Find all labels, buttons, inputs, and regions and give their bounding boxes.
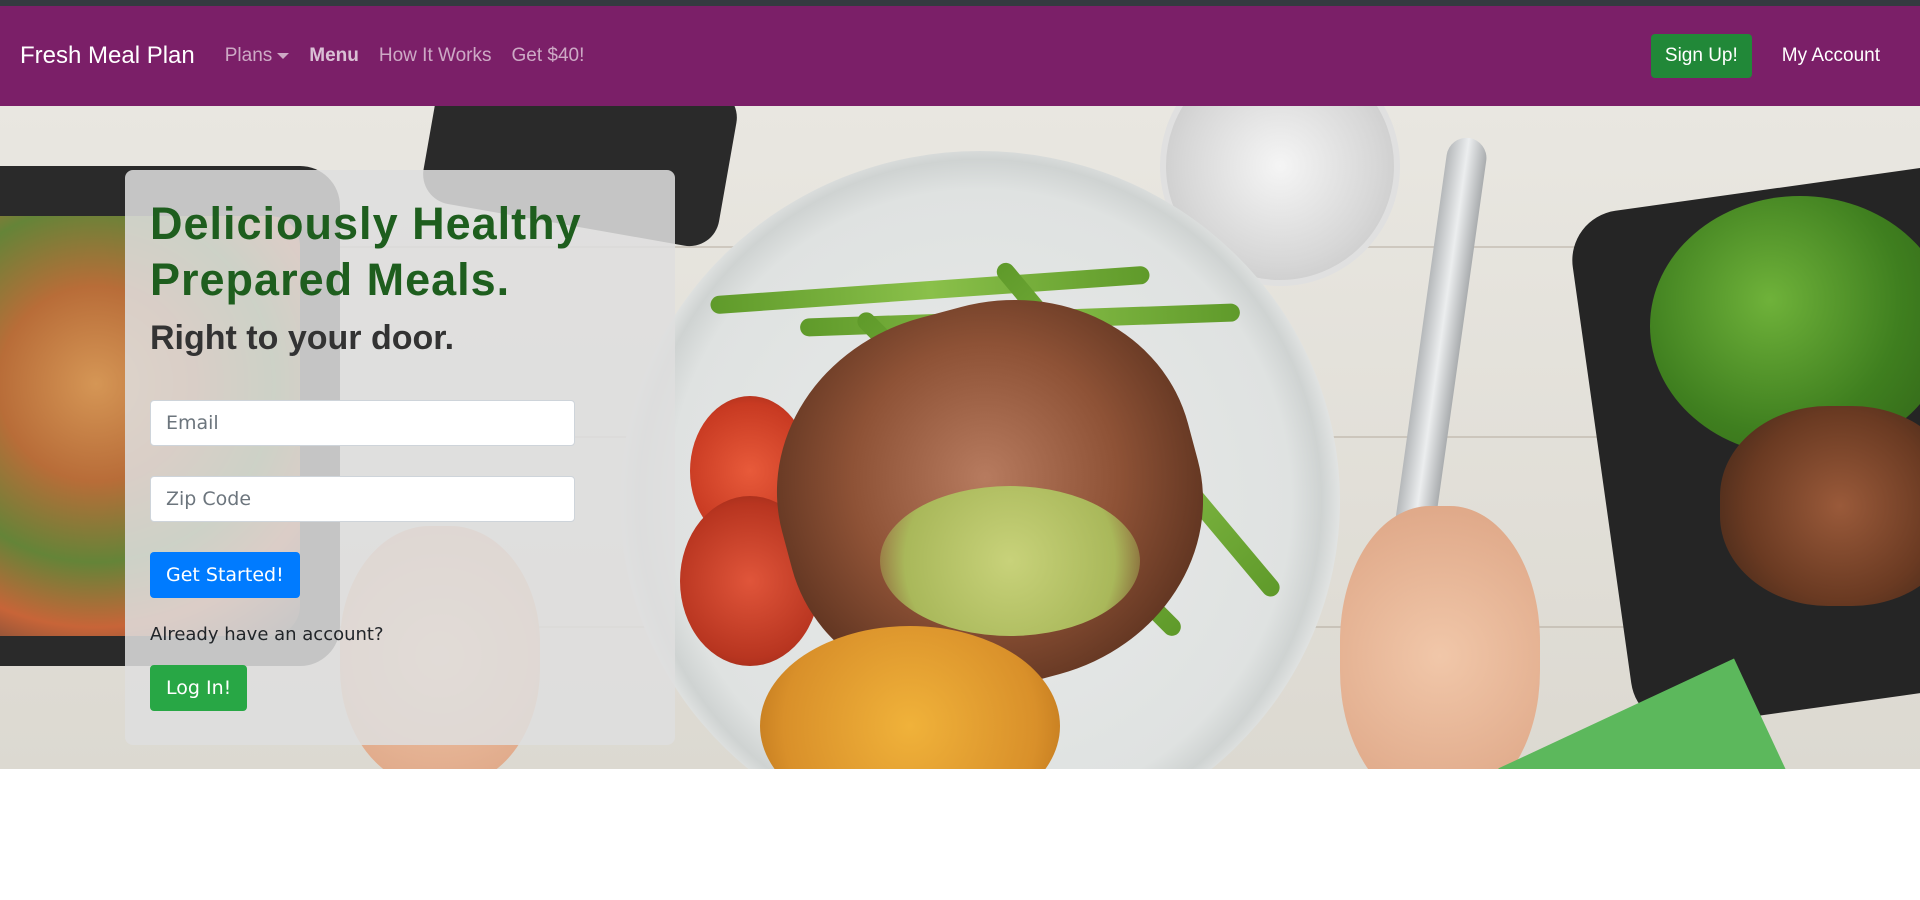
nav-links: Plans Menu How It Works Get $40! [225,45,585,67]
hero-section: Deliciously Healthy Prepared Meals. Righ… [0,106,1920,769]
nav-right: Sign Up! My Account [1650,34,1880,78]
login-button[interactable]: Log In! [150,665,248,711]
hero-subheadline: Right to your door. [150,319,455,357]
chevron-down-icon [277,53,290,59]
grilled-burger [1720,406,1920,606]
knife [1390,135,1490,557]
headline-line-1: Deliciously Healthy [150,198,582,249]
signup-card: Deliciously Healthy Prepared Meals. Righ… [125,170,675,745]
hero-headline: Deliciously Healthy Prepared Meals. [150,196,650,308]
already-have-account-text: Already have an account? [150,624,384,645]
signup-button[interactable]: Sign Up! [1650,34,1752,78]
nav-menu-link[interactable]: Menu [309,45,359,67]
brand-logo-link[interactable]: Fresh Meal Plan [20,42,195,70]
nav-plans-dropdown[interactable]: Plans [225,45,290,67]
nav-get-40-link[interactable]: Get $40! [512,45,585,67]
zip-code-input[interactable] [150,476,575,522]
navbar: Fresh Meal Plan Plans Menu How It Works … [0,6,1920,106]
hand-right [1340,506,1540,769]
nav-plans-label: Plans [224,45,273,66]
get-started-button[interactable]: Get Started! [150,552,300,598]
headline-line-2: Prepared Meals. [150,254,511,305]
pesto-sauce [880,486,1140,636]
email-input[interactable] [150,400,575,446]
nav-how-it-works-link[interactable]: How It Works [379,45,492,67]
my-account-link[interactable]: My Account [1782,45,1880,67]
